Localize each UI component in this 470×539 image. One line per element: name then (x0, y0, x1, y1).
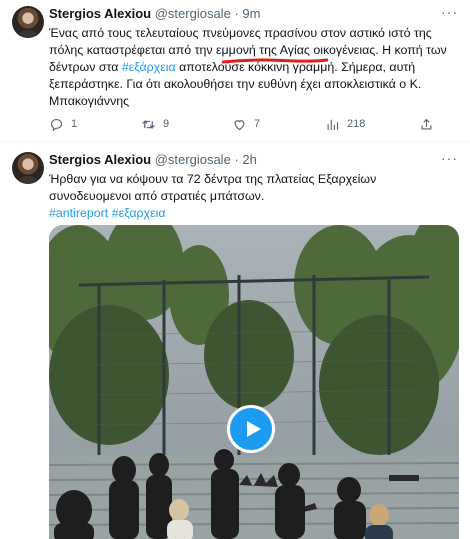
tweet-actions: 1 9 7 218 (49, 116, 459, 132)
views-count: 218 (347, 118, 366, 130)
author-handle[interactable]: @stergiosale (155, 6, 231, 21)
tweet[interactable]: Stergios Alexiou @stergiosale · 9m ··· Έ… (0, 0, 470, 142)
retweet-button[interactable]: 9 (141, 116, 169, 132)
like-count: 7 (254, 118, 261, 130)
views-button[interactable]: 218 (325, 116, 365, 132)
author-name[interactable]: Stergios Alexiou (49, 152, 151, 167)
video-player[interactable] (49, 225, 459, 539)
avatar[interactable] (12, 152, 44, 184)
separator: · (234, 152, 239, 167)
tweet-text: Ένας από τους τελευταίους πνεύμονες πρασ… (49, 25, 459, 110)
more-options-icon[interactable]: ··· (441, 5, 458, 19)
like-icon (234, 119, 245, 130)
timestamp[interactable]: 2h (242, 152, 256, 167)
play-button[interactable] (227, 405, 275, 453)
timestamp[interactable]: 9m (242, 6, 260, 21)
retweet-icon (142, 119, 155, 129)
views-icon (327, 119, 339, 130)
red-underline-annotation (222, 58, 328, 64)
retweet-count: 9 (163, 118, 170, 130)
hashtag-link[interactable]: #antireport (49, 206, 108, 220)
avatar[interactable] (12, 6, 44, 38)
reply-count: 1 (71, 118, 78, 130)
tweet-text: Ήρθαν για να κόψουν τα 72 δέντρα της πλα… (49, 171, 459, 222)
like-button[interactable]: 7 (232, 116, 260, 132)
reply-button[interactable]: 1 (49, 116, 77, 132)
hashtag-link[interactable]: #εξάρχεια (122, 60, 176, 74)
reply-icon (50, 118, 63, 131)
video-thumbnail (49, 225, 459, 539)
tweet-text-part: Ήρθαν για να κόψουν τα 72 δέντρα της πλα… (49, 172, 377, 203)
hashtag-link[interactable]: #εξαρχεια (112, 206, 166, 220)
separator: · (234, 6, 239, 21)
share-button[interactable] (419, 116, 434, 132)
author-handle[interactable]: @stergiosale (155, 152, 231, 167)
play-icon (247, 421, 261, 437)
more-options-icon[interactable]: ··· (441, 151, 458, 165)
tweet-header: Stergios Alexiou @stergiosale · 9m (49, 6, 260, 21)
tweet[interactable]: Stergios Alexiou @stergiosale · 2h ··· Ή… (0, 143, 470, 539)
share-icon (421, 118, 432, 129)
tweet-header: Stergios Alexiou @stergiosale · 2h (49, 152, 257, 167)
author-name[interactable]: Stergios Alexiou (49, 6, 151, 21)
